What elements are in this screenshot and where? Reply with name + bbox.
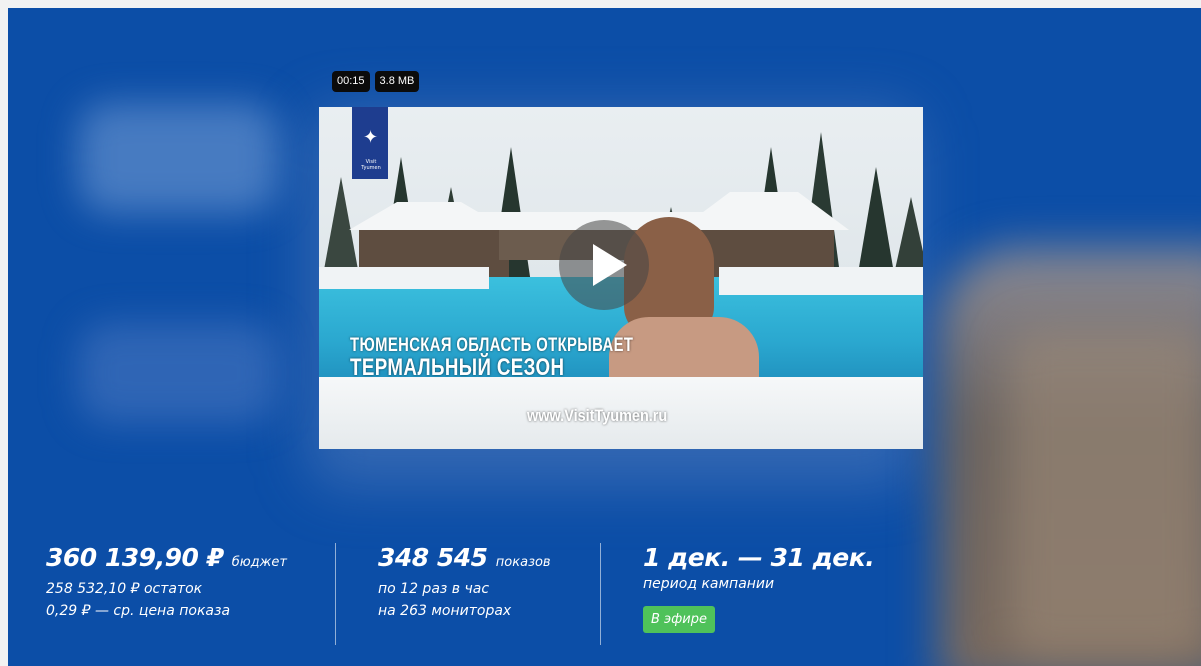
background-blur — [78, 103, 278, 213]
divider — [600, 543, 601, 645]
impressions-stats: 348 545 показов по 12 раз в час на 263 м… — [378, 543, 551, 622]
avg-impression-price: 0,29 ₽ — ср. цена показа — [46, 603, 231, 619]
play-icon[interactable] — [559, 220, 649, 310]
snow-bank — [719, 267, 923, 295]
campaign-stats: 360 139,90 ₽ бюджет 258 532,10 ₽ остаток… — [8, 543, 1201, 653]
visit-tyumen-logo: ✦ Visit Tyumen — [352, 107, 388, 179]
impressions-frequency: по 12 раз в час — [378, 581, 490, 597]
campaign-card: 00:15 3.8 MB ✦ Visit Tyumen ТЮМЕНСКАЯ ОБ… — [8, 8, 1201, 666]
impressions-label: показов — [495, 555, 551, 570]
caption-line-2: ТЕРМАЛЬНЫЙ СЕЗОН — [350, 354, 565, 381]
impressions-count: 348 545 показов — [378, 543, 551, 572]
video-url: www.VisitTyumen.ru — [527, 406, 668, 425]
video-player[interactable]: ✦ Visit Tyumen ТЮМЕНСКАЯ ОБЛАСТЬ ОТКРЫВА… — [319, 107, 923, 449]
monitors-count: на 263 мониторах — [378, 603, 512, 619]
period-stats: 1 дек. — 31 дек. период кампании В эфире — [643, 543, 875, 633]
divider — [335, 543, 336, 645]
budget-stats: 360 139,90 ₽ бюджет 258 532,10 ₽ остаток… — [46, 543, 287, 622]
period-label: период кампании — [643, 576, 775, 592]
budget-label: бюджет — [231, 555, 287, 570]
budget-amount: 360 139,90 ₽ бюджет — [46, 543, 287, 572]
duration-badge: 00:15 — [332, 71, 370, 92]
snow-bank — [319, 267, 489, 289]
file-size-badge: 3.8 MB — [374, 71, 420, 92]
background-blur — [78, 323, 278, 423]
video-caption: ТЮМЕНСКАЯ ОБЛАСТЬ ОТКРЫВАЕТ ТЕРМАЛЬНЫЙ С… — [350, 335, 633, 381]
status-badge: В эфире — [643, 606, 715, 633]
campaign-dates: 1 дек. — 31 дек. — [643, 543, 875, 572]
budget-remaining: 258 532,10 ₽ остаток — [46, 581, 203, 597]
video-meta: 00:15 3.8 MB — [332, 71, 420, 92]
